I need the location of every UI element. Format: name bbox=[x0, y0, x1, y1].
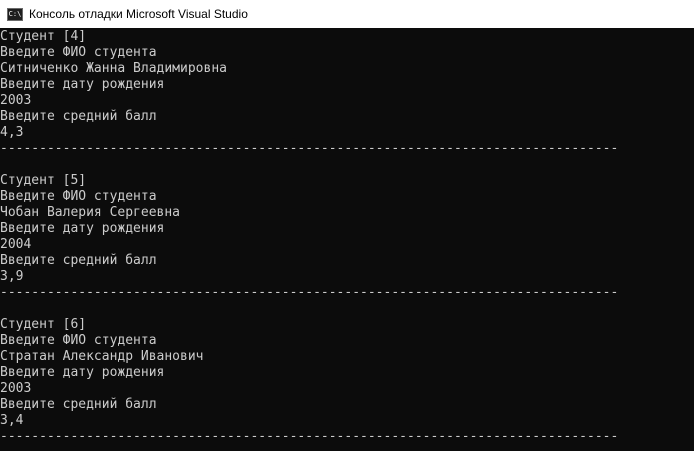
student-header: Студент [5] bbox=[0, 173, 87, 188]
prompt-grade: Введите средний балл bbox=[0, 253, 157, 268]
student-dob: 2003 bbox=[0, 93, 32, 108]
student-dob: 2003 bbox=[0, 381, 32, 396]
console-app-icon: C:\ bbox=[7, 7, 23, 21]
student-grade: 3,4 bbox=[0, 413, 24, 428]
prompt-name: Введите ФИО студента bbox=[0, 45, 157, 60]
separator-line: ----------------------------------------… bbox=[0, 429, 618, 444]
prompt-name: Введите ФИО студента bbox=[0, 189, 157, 204]
student-header: Студент [6] bbox=[0, 317, 87, 332]
separator-line: ----------------------------------------… bbox=[0, 285, 618, 300]
console-window: C:\ Консоль отладки Microsoft Visual Stu… bbox=[0, 0, 694, 451]
prompt-grade: Введите средний балл bbox=[0, 109, 157, 124]
prompt-dob: Введите дату рождения bbox=[0, 221, 165, 236]
prompt-name: Введите ФИО студента bbox=[0, 333, 157, 348]
title-bar[interactable]: C:\ Консоль отладки Microsoft Visual Stu… bbox=[0, 0, 694, 28]
prompt-grade: Введите средний балл bbox=[0, 397, 157, 412]
separator-line: ----------------------------------------… bbox=[0, 141, 618, 156]
prompt-dob: Введите дату рождения bbox=[0, 77, 165, 92]
student-name: Ситниченко Жанна Владимировна bbox=[0, 61, 227, 76]
student-name: Чобан Валерия Сергеевна bbox=[0, 205, 181, 220]
prompt-dob: Введите дату рождения bbox=[0, 365, 165, 380]
student-header: Студент [4] bbox=[0, 29, 87, 44]
student-grade: 3,9 bbox=[0, 269, 24, 284]
student-grade: 4,3 bbox=[0, 125, 24, 140]
student-name: Стратан Александр Иванович bbox=[0, 349, 204, 364]
student-dob: 2004 bbox=[0, 237, 32, 252]
console-output[interactable]: Студент [4] Введите ФИО студента Ситниче… bbox=[0, 29, 694, 451]
window-title: Консоль отладки Microsoft Visual Studio bbox=[29, 7, 248, 21]
